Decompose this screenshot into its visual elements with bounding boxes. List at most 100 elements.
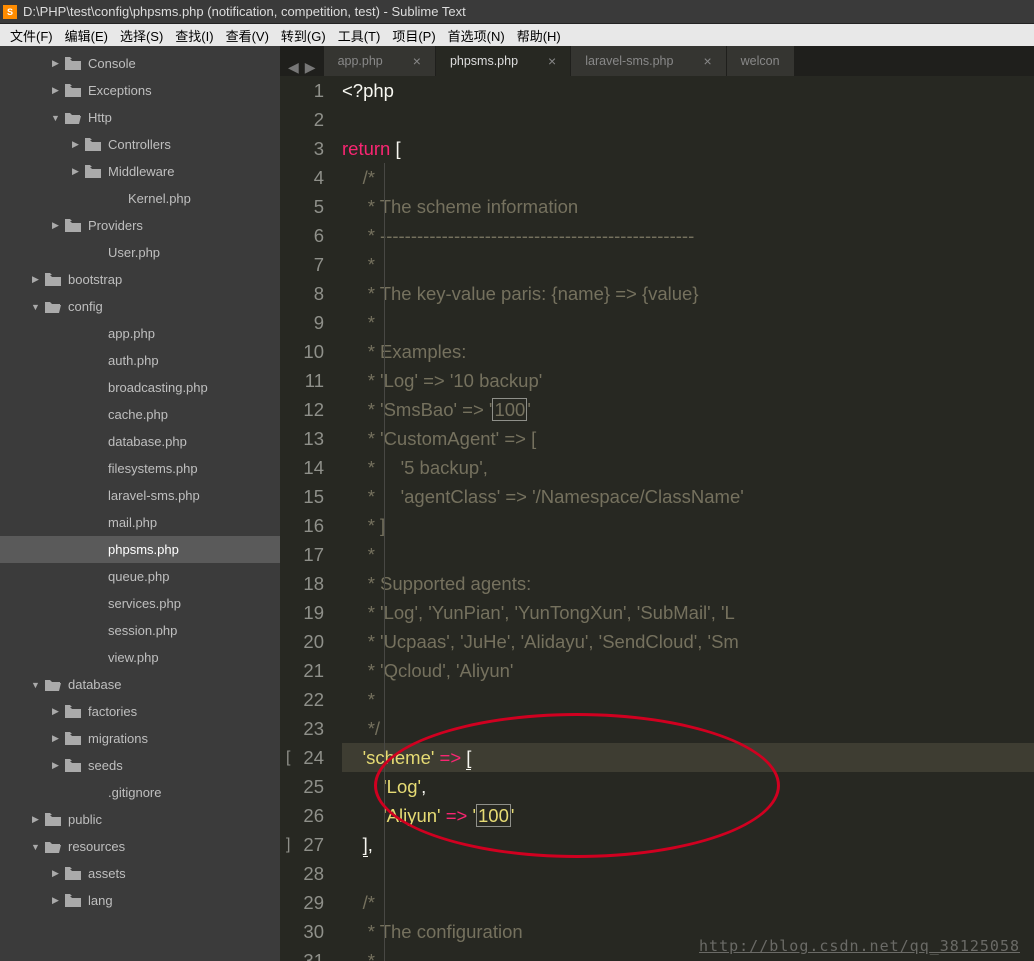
code-line[interactable]: * The key-value paris: {name} => {value} [342,279,1034,308]
sidebar-item[interactable]: ▶cache.php [0,401,280,428]
sidebar-item[interactable]: ▶User.php [0,239,280,266]
code-line[interactable]: * 'Ucpaas', 'JuHe', 'Alidayu', 'SendClou… [342,627,1034,656]
sidebar-item[interactable]: ▶bootstrap [0,266,280,293]
sidebar-item[interactable]: ▶app.php [0,320,280,347]
menu-help[interactable]: 帮助(H) [511,26,567,45]
line-number[interactable]: 9 [280,308,324,337]
code-line[interactable]: 'scheme' => [ [342,743,1034,772]
line-number[interactable]: 19 [280,598,324,627]
line-number[interactable]: 29 [280,888,324,917]
line-number[interactable]: 21 [280,656,324,685]
sidebar-item[interactable]: ▶Providers [0,212,280,239]
sidebar-item[interactable]: ▶Controllers [0,131,280,158]
code-line[interactable]: 'Log', [342,772,1034,801]
line-number[interactable]: 16 [280,511,324,540]
menu-tools[interactable]: 工具(T) [332,26,387,45]
line-number[interactable]: 30 [280,917,324,946]
code-line[interactable]: * Examples: [342,337,1034,366]
close-icon[interactable]: × [413,53,421,69]
sidebar-item[interactable]: ▶factories [0,698,280,725]
chevron-right-icon[interactable]: ▶ [50,868,61,879]
code-line[interactable]: return [ [342,134,1034,163]
code-line[interactable]: * 'SmsBao' => '100' [342,395,1034,424]
chevron-down-icon[interactable]: ▼ [30,841,41,852]
sidebar-item[interactable]: ▶broadcasting.php [0,374,280,401]
line-number[interactable]: 31 [280,946,324,961]
sidebar-item[interactable]: ▶Middleware [0,158,280,185]
chevron-right-icon[interactable]: ▶ [50,85,61,96]
menu-find[interactable]: 查找(I) [169,26,219,45]
code-line[interactable]: <?php [342,76,1034,105]
sidebar-item[interactable]: ▶mail.php [0,509,280,536]
sidebar-item[interactable]: ▼config [0,293,280,320]
code-line[interactable]: ], [342,830,1034,859]
code-area[interactable]: 1234567891011121314151617181920212223242… [280,76,1034,961]
sidebar-item[interactable]: ▶session.php [0,617,280,644]
sidebar-item[interactable]: ▶view.php [0,644,280,671]
sidebar-item[interactable]: ▼Http [0,104,280,131]
menu-select[interactable]: 选择(S) [114,26,169,45]
line-number[interactable]: 24 [280,743,324,772]
line-number[interactable]: 5 [280,192,324,221]
sidebar-item[interactable]: ▶public [0,806,280,833]
chevron-right-icon[interactable]: ▶ [70,166,81,177]
sidebar-item[interactable]: ▶laravel-sms.php [0,482,280,509]
sidebar-item[interactable]: ▼resources [0,833,280,860]
sidebar-item[interactable]: ▶seeds [0,752,280,779]
line-number[interactable]: 15 [280,482,324,511]
line-number[interactable]: 25 [280,772,324,801]
menu-file[interactable]: 文件(F) [4,26,59,45]
menu-project[interactable]: 项目(P) [386,26,441,45]
code-line[interactable]: * 'CustomAgent' => [ [342,424,1034,453]
line-number[interactable]: 8 [280,279,324,308]
editor-tab[interactable]: laravel-sms.php× [571,46,725,76]
line-number[interactable]: 23 [280,714,324,743]
nav-fwd-icon[interactable]: ▶ [305,59,316,76]
code-line[interactable] [342,105,1034,134]
line-number[interactable]: 26 [280,801,324,830]
menu-view[interactable]: 查看(V) [220,26,275,45]
code-line[interactable]: /* [342,163,1034,192]
editor-tab[interactable]: phpsms.php× [436,46,570,76]
code-line[interactable]: * [342,685,1034,714]
sidebar-item[interactable]: ▶phpsms.php [0,536,280,563]
close-icon[interactable]: × [548,53,556,69]
chevron-right-icon[interactable]: ▶ [70,139,81,150]
code-line[interactable]: * 'Log' => '10 backup' [342,366,1034,395]
chevron-right-icon[interactable]: ▶ [50,895,61,906]
chevron-right-icon[interactable]: ▶ [30,814,41,825]
line-number[interactable]: 20 [280,627,324,656]
code-line[interactable]: * 'agentClass' => '/Namespace/ClassName' [342,482,1034,511]
code-line[interactable]: /* [342,888,1034,917]
sidebar-item[interactable]: ▶assets [0,860,280,887]
code-line[interactable]: * '5 backup', [342,453,1034,482]
sidebar-item[interactable]: ▶database.php [0,428,280,455]
line-number[interactable]: 27 [280,830,324,859]
code-line[interactable]: * 'Log', 'YunPian', 'YunTongXun', 'SubMa… [342,598,1034,627]
sidebar-item[interactable]: ▶Exceptions [0,77,280,104]
sidebar-item[interactable]: ▶.gitignore [0,779,280,806]
editor-tab[interactable]: welcon [727,46,794,76]
line-number[interactable]: 3 [280,134,324,163]
line-number[interactable]: 10 [280,337,324,366]
line-number[interactable]: 13 [280,424,324,453]
chevron-down-icon[interactable]: ▼ [30,301,41,312]
sidebar-item[interactable]: ▶migrations [0,725,280,752]
code-line[interactable]: * [342,540,1034,569]
code-line[interactable]: * ] [342,511,1034,540]
menu-prefs[interactable]: 首选项(N) [442,26,511,45]
line-number[interactable]: 6 [280,221,324,250]
line-number[interactable]: 4 [280,163,324,192]
sidebar-item[interactable]: ▶queue.php [0,563,280,590]
sidebar[interactable]: ▶Console▶Exceptions▼Http▶Controllers▶Mid… [0,46,280,961]
sidebar-item[interactable]: ▶services.php [0,590,280,617]
chevron-right-icon[interactable]: ▶ [50,706,61,717]
sidebar-item[interactable]: ▶Console [0,50,280,77]
line-number[interactable]: 18 [280,569,324,598]
sidebar-item[interactable]: ▶lang [0,887,280,914]
close-icon[interactable]: × [703,53,711,69]
line-number[interactable]: 7 [280,250,324,279]
chevron-down-icon[interactable]: ▼ [50,112,61,123]
line-number[interactable]: 28 [280,859,324,888]
sidebar-item[interactable]: ▶auth.php [0,347,280,374]
